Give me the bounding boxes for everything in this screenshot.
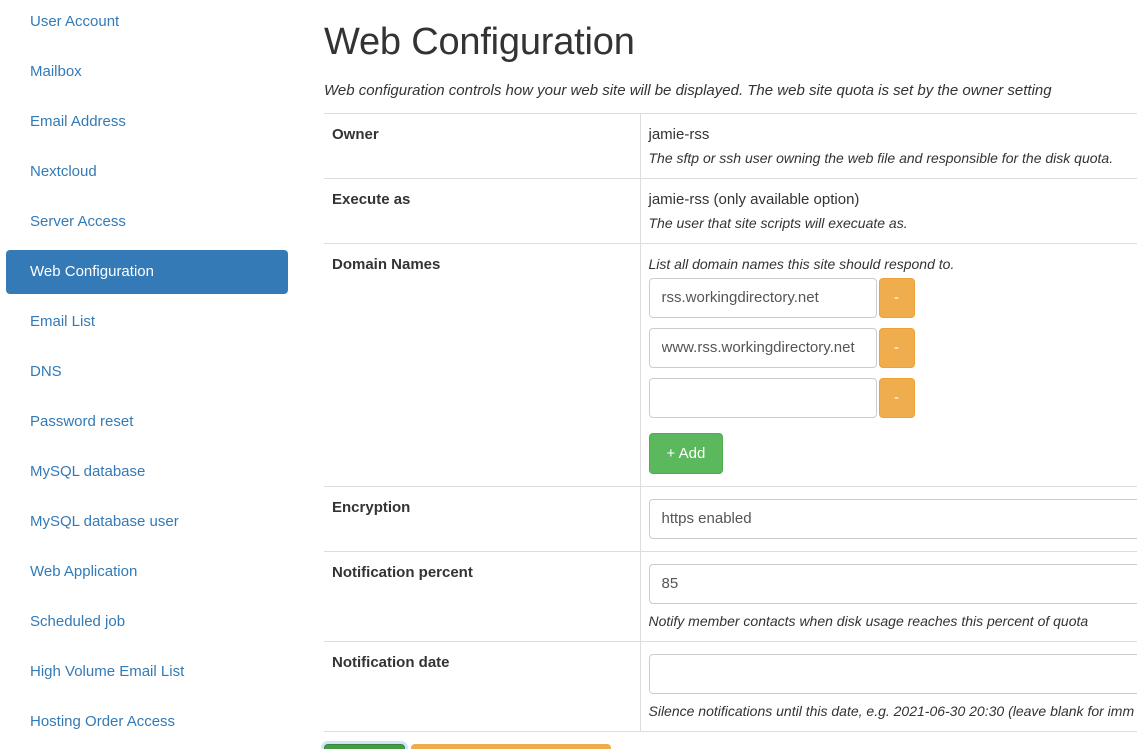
sidebar-item-mysql-database[interactable]: MySQL database	[6, 450, 288, 494]
sidebar-item-scheduled-job[interactable]: Scheduled job	[6, 600, 288, 644]
value-notification-percent: Notify member contacts when disk usage r…	[640, 551, 1137, 642]
sidebar-nav: User Account Mailbox Email Address Nextc…	[0, 0, 320, 749]
sidebar-item-web-configuration[interactable]: Web Configuration	[6, 250, 288, 294]
label-notification-percent: Notification percent	[324, 551, 641, 642]
sidebar-item-mysql-database-user[interactable]: MySQL database user	[6, 500, 288, 544]
sidebar-item-nextcloud[interactable]: Nextcloud	[6, 150, 288, 194]
label-notification-date: Notification date	[324, 641, 641, 732]
remove-domain-button-2[interactable]: -	[878, 327, 915, 368]
encryption-select[interactable]	[648, 498, 1137, 539]
web-configuration-table: Owner jamie-rss The sftp or ssh user own…	[324, 112, 1137, 732]
value-encryption	[640, 486, 1137, 552]
owner-help: The sftp or ssh user owning the web file…	[648, 149, 1114, 166]
sidebar-item-password-reset[interactable]: Password reset	[6, 400, 288, 444]
domain-input-row: -	[648, 277, 1137, 318]
owner-value: jamie-rss	[648, 125, 710, 143]
add-domain-button[interactable]: + Add	[648, 432, 724, 474]
remove-domain-button-3[interactable]: -	[878, 377, 915, 418]
main-content: Web Configuration Web configuration cont…	[324, 0, 1137, 749]
table-row-notification-date: Notification date Silence notifications …	[324, 641, 1137, 732]
sidebar-item-email-list[interactable]: Email List	[6, 300, 288, 344]
label-execute-as: Execute as	[324, 178, 641, 244]
page-title: Web Configuration	[324, 21, 635, 63]
domain-input-2[interactable]	[648, 327, 877, 368]
label-encryption: Encryption	[324, 486, 641, 552]
sidebar-item-user-account[interactable]: User Account	[6, 0, 288, 44]
table-row-domain-names: Domain Names List all domain names this …	[324, 243, 1137, 487]
execute-as-value: jamie-rss (only available option)	[648, 190, 860, 208]
notification-percent-input[interactable]	[648, 563, 1137, 604]
table-row-execute-as: Execute as jamie-rss (only available opt…	[324, 178, 1137, 244]
table-row-notification-percent: Notification percent Notify member conta…	[324, 551, 1137, 642]
domain-input-3[interactable]	[648, 377, 877, 418]
show-advanced-settings-button[interactable]: Show Advanced Settings	[410, 743, 611, 749]
table-row-owner: Owner jamie-rss The sftp or ssh user own…	[324, 113, 1137, 179]
notification-date-help: Silence notifications until this date, e…	[648, 702, 1135, 719]
label-owner: Owner	[324, 113, 641, 179]
value-execute-as: jamie-rss (only available option) The us…	[640, 178, 1137, 244]
sidebar-item-dns[interactable]: DNS	[6, 350, 288, 394]
sidebar-item-mailbox[interactable]: Mailbox	[6, 50, 288, 94]
domain-input-row: -	[648, 377, 1137, 418]
sidebar-item-server-access[interactable]: Server Access	[6, 200, 288, 244]
sidebar-item-email-address[interactable]: Email Address	[6, 100, 288, 144]
domain-names-help: List all domain names this site should r…	[648, 255, 955, 272]
notification-date-input[interactable]	[648, 653, 1137, 694]
sidebar-item-web-application[interactable]: Web Application	[6, 550, 288, 594]
domain-input-1[interactable]	[648, 277, 877, 318]
app-root: User Account Mailbox Email Address Nextc…	[0, 0, 1137, 749]
remove-domain-button-1[interactable]: -	[878, 277, 915, 318]
value-domain-names: List all domain names this site should r…	[640, 243, 1137, 487]
value-notification-date: Silence notifications until this date, e…	[640, 641, 1137, 732]
label-domain-names: Domain Names	[324, 243, 641, 487]
submit-button[interactable]: Submit	[324, 743, 405, 749]
execute-as-help: The user that site scripts will execuate…	[648, 214, 908, 231]
table-row-encryption: Encryption	[324, 486, 1137, 552]
notification-percent-help: Notify member contacts when disk usage r…	[648, 612, 1089, 629]
domain-input-row: -	[648, 327, 1137, 368]
form-actions: Submit Show Advanced Settings	[324, 743, 1137, 749]
value-owner: jamie-rss The sftp or ssh user owning th…	[640, 113, 1137, 179]
page-description: Web configuration controls how your web …	[324, 81, 1052, 99]
sidebar-item-high-volume-email-list[interactable]: High Volume Email List	[6, 650, 288, 694]
sidebar-item-hosting-order-access[interactable]: Hosting Order Access	[6, 700, 288, 744]
